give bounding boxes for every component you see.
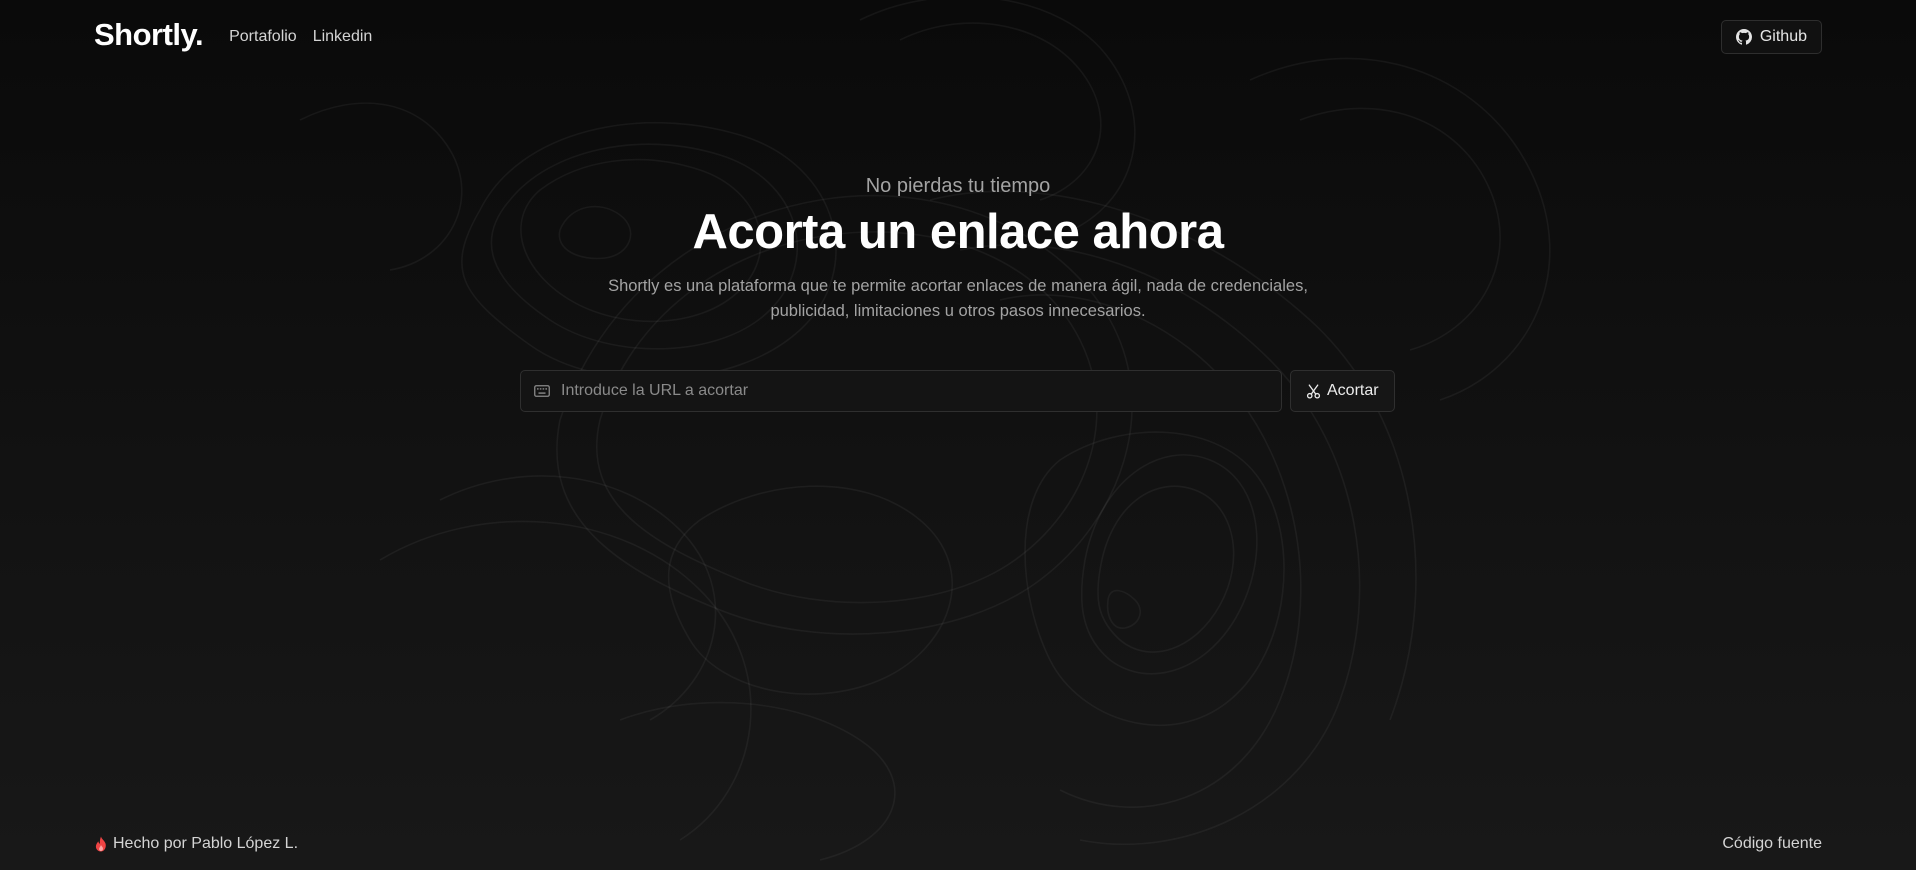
header: Shortly. Portafolio Linkedin Github	[94, 0, 1822, 74]
footer-credit: Hecho por Pablo López L.	[113, 835, 299, 852]
nav-link-linkedin[interactable]: Linkedin	[313, 28, 373, 46]
page: Shortly. Portafolio Linkedin Github No p…	[0, 0, 1916, 870]
footer: Hecho por Pablo López L. Código fuente	[94, 832, 1822, 856]
logo[interactable]: Shortly.	[94, 17, 204, 53]
nav-link-portafolio[interactable]: Portafolio	[229, 28, 297, 46]
hero-description: Shortly es una plataforma que te permite…	[608, 277, 1308, 320]
url-input-wrapper	[520, 370, 1282, 412]
url-input[interactable]	[521, 371, 1281, 411]
hero: No pierdas tu tiempo Acorta un enlace ah…	[0, 175, 1916, 324]
shorten-form: Acortar	[520, 370, 1395, 412]
shorten-button[interactable]: Acortar	[1290, 370, 1395, 412]
keyboard-icon	[534, 385, 550, 397]
github-label: Github	[1759, 28, 1807, 45]
page-title: Acorta un enlace ahora	[692, 205, 1224, 259]
source-code-link[interactable]: Código fuente	[1722, 835, 1822, 853]
shorten-button-label: Acortar	[1327, 382, 1379, 399]
github-icon	[1735, 29, 1752, 45]
scissors-icon	[1306, 383, 1321, 399]
fire-icon	[95, 836, 106, 852]
github-button[interactable]: Github	[1720, 20, 1822, 54]
topographic-background	[299, 0, 1551, 861]
hero-eyebrow: No pierdas tu tiempo	[865, 175, 1051, 197]
